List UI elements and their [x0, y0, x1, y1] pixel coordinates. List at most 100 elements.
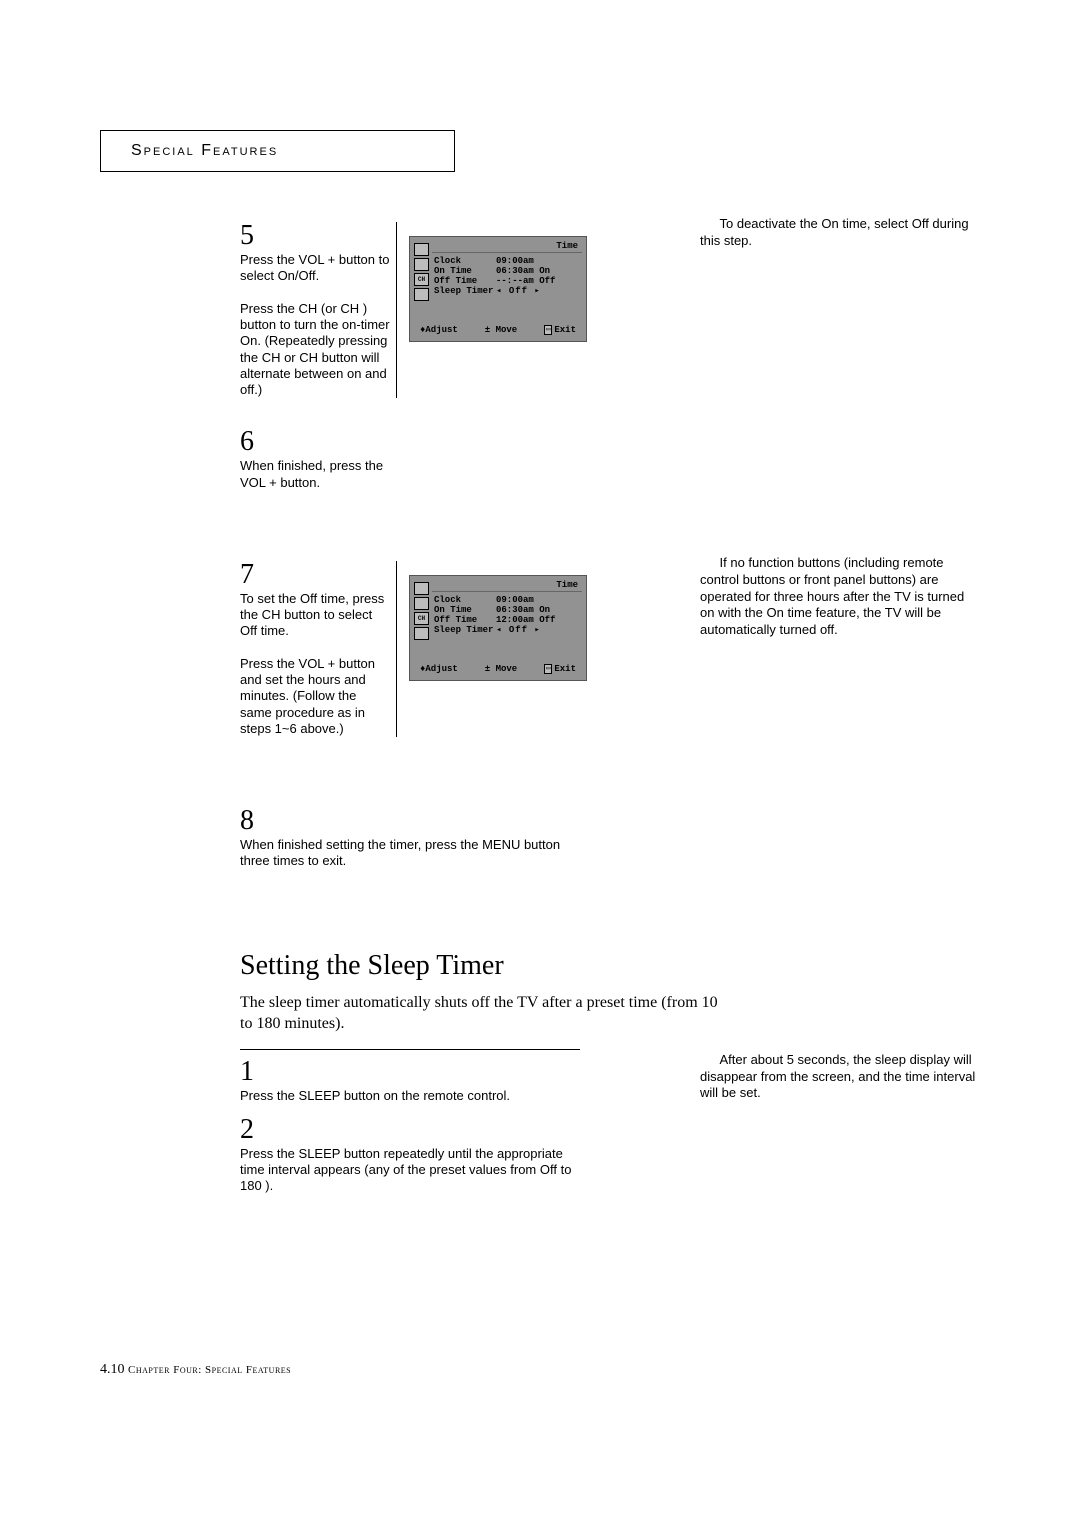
section-title: Setting the Sleep Timer [240, 950, 980, 982]
osd-icon [414, 288, 429, 301]
osd-exit-box: ▭ [544, 325, 552, 335]
text: When finished, press the VOL + button. [240, 458, 383, 489]
text: Press the SLEEP button repeatedly until … [240, 1146, 571, 1194]
osd-label: Sleep Timer [434, 286, 496, 296]
osd-sidebar-icons: CH [414, 580, 429, 640]
text: CH [299, 301, 321, 316]
osd-line: Off Time12:00am Off [432, 615, 582, 625]
step-8-row: 8 When finished setting the timer, press… [240, 807, 980, 870]
osd-top: CH Time Clock09:00am On Time06:30am On O… [414, 241, 582, 301]
osd-value: 06:30am On [496, 266, 550, 276]
osd-value: ◂ Off ▸ [496, 286, 541, 296]
step-5-row: 5 Press the VOL + button to select On/Of… [240, 222, 980, 398]
osd-icon: CH [414, 612, 429, 625]
sleep-steps: 1 Press the SLEEP button on the remote c… [240, 1058, 586, 1195]
osd-main: Time Clock09:00am On Time06:30am On Off … [432, 241, 582, 301]
step-number: 1 [240, 1058, 580, 1086]
osd-icon: CH [414, 273, 429, 286]
text: CH [340, 301, 362, 316]
page: Special Features 5 Press the VOL + butto… [0, 0, 1080, 1528]
osd-label: Sleep Timer [434, 625, 496, 635]
osd-icon [414, 258, 429, 271]
step-7-text: 7 To set the Off time, press the CH butt… [240, 561, 397, 737]
osd-label: On Time [434, 266, 496, 276]
step-number: 8 [240, 807, 580, 835]
osd-title-row: Time [432, 241, 582, 253]
text: Press the [240, 301, 299, 316]
osd-adjust: ♦Adjust [420, 325, 458, 335]
osd-top: CH Time Clock09:00am On Time06:30am On O… [414, 580, 582, 640]
text: To set the Off time, press the CH button… [240, 591, 384, 639]
chapter-header-box: Special Features [100, 130, 455, 172]
osd-main: Time Clock09:00am On Time06:30am On Off … [432, 580, 582, 640]
content-area: 5 Press the VOL + button to select On/Of… [240, 222, 980, 1195]
osd-exit-box: ▭ [544, 664, 552, 674]
rule [240, 1049, 580, 1050]
section-lead: The sleep timer automatically shuts off … [240, 992, 720, 1035]
step-7-row: 7 To set the Off time, press the CH butt… [240, 561, 980, 737]
osd-move: ± Move [485, 664, 517, 674]
text: Press the [240, 252, 299, 267]
step-number: 6 [240, 428, 390, 456]
step-number: 5 [240, 222, 390, 250]
osd-footer: ♦Adjust ± Move ▭Exit [414, 656, 582, 676]
step-number: 7 [240, 561, 390, 589]
footer-chapter: Chapter Four: Special Features [128, 1364, 291, 1376]
osd-footer: ♦Adjust ± Move ▭Exit [414, 317, 582, 337]
text: (or [321, 301, 341, 316]
text: When finished setting the timer, press t… [240, 837, 560, 868]
osd-line: Sleep Timer◂ Off ▸ [432, 286, 582, 296]
step-8-text: 8 When finished setting the timer, press… [240, 807, 586, 870]
osd-label: Clock [434, 256, 496, 266]
step-number: 2 [240, 1116, 580, 1144]
osd-line: Sleep Timer◂ Off ▸ [432, 625, 582, 635]
osd-line: Off Time--:--am Off [432, 276, 582, 286]
note-2: If no function buttons (including remote… [700, 555, 980, 639]
osd-value: 06:30am On [496, 605, 550, 615]
osd-exit: ▭Exit [544, 664, 576, 674]
osd-label: Off Time [434, 276, 496, 286]
osd-line: Clock09:00am [432, 256, 582, 266]
osd-panel: CH Time Clock09:00am On Time06:30am On O… [409, 575, 587, 681]
note-1: To deactivate the On time, select Off du… [700, 216, 980, 250]
osd-move: ± Move [485, 325, 517, 335]
osd-exit-label: Exit [554, 664, 576, 674]
osd-line: On Time06:30am On [432, 605, 582, 615]
note-3: After about 5 seconds, the sleep display… [700, 1052, 980, 1103]
text: Press the VOL + button and set the hours… [240, 656, 375, 736]
step-6-row: 6 When finished, press the VOL + button. [240, 428, 980, 491]
osd-label: Clock [434, 595, 496, 605]
text: CH [262, 350, 284, 365]
chapter-header: Special Features [131, 142, 278, 160]
sleep-steps-row: 1 Press the SLEEP button on the remote c… [240, 1058, 980, 1195]
page-footer: 4.10 Chapter Four: Special Features [100, 1362, 291, 1378]
step-6-text: 6 When finished, press the VOL + button. [240, 428, 396, 491]
step-5-text: 5 Press the VOL + button to select On/Of… [240, 222, 397, 398]
text: Press the SLEEP button on the remote con… [240, 1088, 510, 1103]
osd-sidebar-icons: CH [414, 241, 429, 301]
osd-2: CH Time Clock09:00am On Time06:30am On O… [409, 575, 589, 681]
osd-value: --:--am Off [496, 276, 555, 286]
osd-label: Off Time [434, 615, 496, 625]
osd-value: 12:00am Off [496, 615, 555, 625]
osd-icon [414, 627, 429, 640]
text: VOL + [299, 252, 336, 267]
page-number: 4.10 [100, 1362, 125, 1377]
osd-value: 09:00am [496, 256, 534, 266]
osd-adjust: ♦Adjust [420, 664, 458, 674]
osd-value: ◂ Off ▸ [496, 625, 541, 635]
osd-title: Time [556, 580, 578, 590]
osd-exit: ▭Exit [544, 325, 576, 335]
osd-line: Clock09:00am [432, 595, 582, 605]
osd-exit-label: Exit [554, 325, 576, 335]
osd-title: Time [556, 241, 578, 251]
osd-title-row: Time [432, 580, 582, 592]
osd-value: 09:00am [496, 595, 534, 605]
osd-icon [414, 597, 429, 610]
osd-panel: CH Time Clock09:00am On Time06:30am On O… [409, 236, 587, 342]
osd-icon [414, 243, 429, 256]
osd-1: CH Time Clock09:00am On Time06:30am On O… [409, 236, 589, 342]
osd-icon [414, 582, 429, 595]
osd-line: On Time06:30am On [432, 266, 582, 276]
osd-label: On Time [434, 605, 496, 615]
